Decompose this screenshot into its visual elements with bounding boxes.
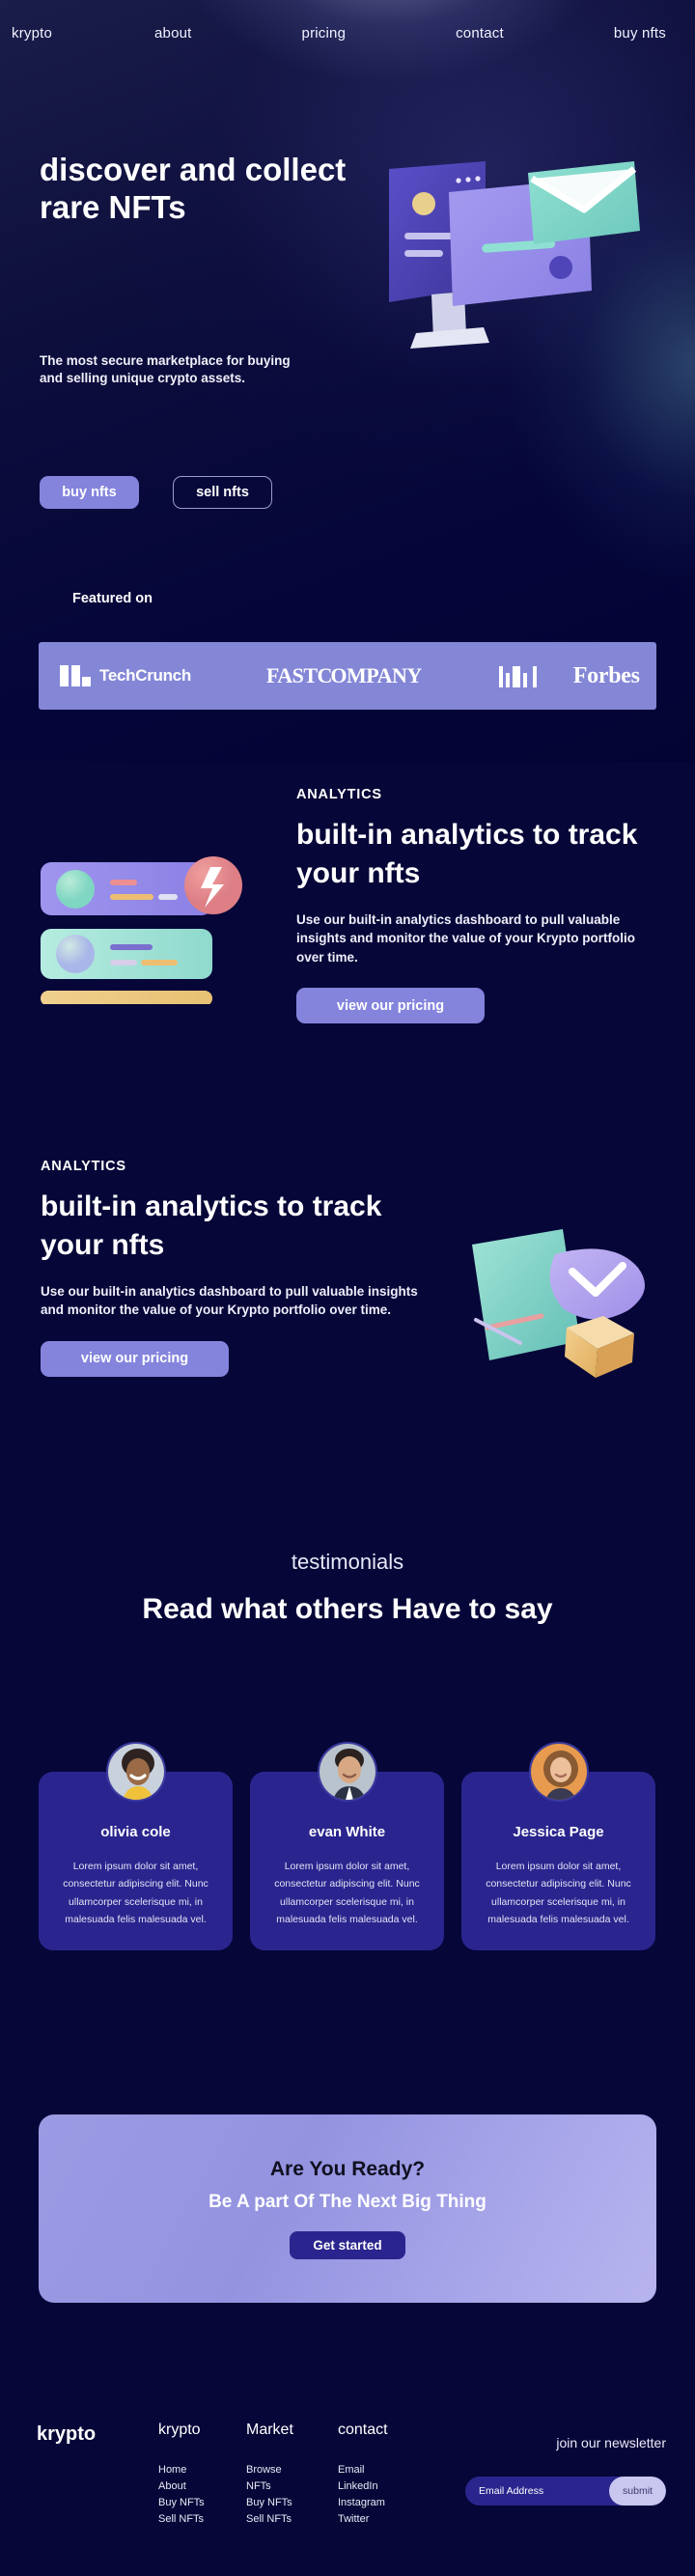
analytics-one-copy: ANALYTICS built-in analytics to track yo… xyxy=(296,787,663,1024)
footer-link-nfts[interactable]: NFTs xyxy=(246,2478,293,2495)
analytics-two-copy: ANALYTICS built-in analytics to track yo… xyxy=(41,1159,427,1377)
cta-heading: Are You Ready? xyxy=(269,2157,426,2180)
footer-column-contact: contact Email LinkedIn Instagram Twitter xyxy=(338,2422,388,2528)
avatar-evan-icon xyxy=(319,1744,375,1800)
logo-techcrunch-text: TechCrunch xyxy=(99,666,191,685)
footer-link-twitter[interactable]: Twitter xyxy=(338,2511,388,2528)
testimonial-card: Jessica Page Lorem ipsum dolor sit amet,… xyxy=(461,1742,655,1950)
testimonials-eyebrow: testimonials xyxy=(291,1550,404,1574)
footer-link-about[interactable]: About xyxy=(158,2478,205,2495)
footer-link-instagram[interactable]: Instagram xyxy=(338,2495,388,2511)
analytics-one-illustration xyxy=(39,821,256,1006)
logo-fast-company: FASTCOMPANY xyxy=(265,663,422,687)
testimonial-text: Lorem ipsum dolor sit amet, consectetur … xyxy=(63,1861,208,1926)
analytics-two-body: Use our built-in analytics dashboard to … xyxy=(41,1283,418,1318)
avatar-olivia-icon xyxy=(107,1744,164,1800)
featured-on-label: Featured on xyxy=(72,591,153,606)
nav-link-pricing[interactable]: pricing xyxy=(302,25,347,42)
footer-column-title: contact xyxy=(338,2422,388,2438)
logo-forbes: Forbes xyxy=(572,662,640,688)
footer-link-email[interactable]: Email xyxy=(338,2462,388,2478)
hero-section: krypto about pricing contact buy nfts di… xyxy=(0,0,695,763)
analytics-two-eyebrow: ANALYTICS xyxy=(41,1159,126,1174)
testimonials-section: testimonials Read what others Have to sa… xyxy=(0,1550,695,1950)
logo-mit-icon xyxy=(498,664,537,687)
testimonial-name: evan White xyxy=(308,1824,386,1840)
avatar xyxy=(105,1742,166,1802)
analytics-two-pricing-button[interactable]: view our pricing xyxy=(41,1340,229,1377)
footer-brand: krypto xyxy=(37,2423,97,2445)
newsletter-title: join our newsletter xyxy=(556,2435,666,2450)
analytics-one-eyebrow: ANALYTICS xyxy=(296,787,382,802)
hero-cta-group: buy nfts sell nfts xyxy=(40,476,272,509)
site-footer: krypto krypto Home About Buy NFTs Sell N… xyxy=(0,2346,695,2576)
footer-link-market-buy-nfts[interactable]: Buy NFTs xyxy=(246,2495,293,2511)
monitor-envelope-illustration xyxy=(389,161,640,349)
newsletter-block: join our newsletter submit xyxy=(430,2435,666,2506)
analytics-one-title: built-in analytics to track your nfts xyxy=(296,819,638,889)
testimonial-name: olivia cole xyxy=(100,1824,171,1840)
newsletter-email-input[interactable] xyxy=(465,2485,609,2497)
main-navigation: krypto about pricing contact buy nfts xyxy=(0,0,695,66)
cta-subheading: Be A part Of The Next Big Thing xyxy=(208,2191,486,2212)
analytics-section-two: ANALYTICS built-in analytics to track yo… xyxy=(0,1159,695,1506)
testimonial-text: Lorem ipsum dolor sit amet, consectetur … xyxy=(486,1861,631,1926)
avatar xyxy=(528,1742,589,1802)
phone-chat-cube-illustration xyxy=(472,1229,646,1378)
footer-column-title: Market xyxy=(246,2422,293,2438)
footer-column-title: krypto xyxy=(158,2422,201,2438)
testimonial-text: Lorem ipsum dolor sit amet, consectetur … xyxy=(274,1861,420,1926)
testimonial-card: evan White Lorem ipsum dolor sit amet, c… xyxy=(250,1742,444,1950)
hero-sell-nfts-button[interactable]: sell nfts xyxy=(173,476,272,509)
footer-column-market: Market Browse NFTs Buy NFTs Sell NFTs xyxy=(246,2422,293,2528)
nav-link-contact[interactable]: contact xyxy=(456,25,504,42)
footer-column-krypto: krypto Home About Buy NFTs Sell NFTs xyxy=(158,2422,205,2528)
cta-banner: Are You Ready? Be A part Of The Next Big… xyxy=(39,2114,656,2303)
hero-subtitle: The most secure marketplace for buying a… xyxy=(40,353,291,386)
testimonial-card: olivia cole Lorem ipsum dolor sit amet, … xyxy=(39,1742,233,1950)
footer-link-home[interactable]: Home xyxy=(158,2462,205,2478)
footer-link-sell-nfts[interactable]: Sell NFTs xyxy=(158,2511,205,2528)
footer-link-browse[interactable]: Browse xyxy=(246,2462,293,2478)
nav-link-buy-nfts[interactable]: buy nfts xyxy=(614,25,666,42)
get-started-button[interactable]: Get started xyxy=(290,2231,405,2260)
footer-link-linkedin[interactable]: LinkedIn xyxy=(338,2478,388,2495)
newsletter-form: submit xyxy=(465,2477,666,2506)
hero-buy-nfts-button[interactable]: buy nfts xyxy=(40,476,139,509)
analytics-one-pricing-button[interactable]: view our pricing xyxy=(296,988,485,1024)
avatar xyxy=(317,1742,377,1802)
nav-link-about[interactable]: about xyxy=(154,25,192,42)
avatar-jessica-icon xyxy=(530,1744,587,1800)
analytics-two-title: built-in analytics to track your nfts xyxy=(41,1190,382,1261)
analytics-section-one: ANALYTICS built-in analytics to track yo… xyxy=(0,787,695,1134)
logo-techcrunch: TechCrunch xyxy=(60,665,191,686)
analytics-two-illustration xyxy=(449,1212,671,1395)
testimonials-title-text: Read what others Have to say xyxy=(142,1593,553,1625)
nav-links: about pricing contact buy nfts xyxy=(154,25,666,42)
testimonial-card-list: olivia cole Lorem ipsum dolor sit amet, … xyxy=(39,1742,656,1950)
featured-logos-bar: TechCrunch FASTCOMPANY Forbes xyxy=(39,642,656,710)
hero-illustration xyxy=(381,159,671,391)
analytics-one-body: Use our built-in analytics dashboard to … xyxy=(296,911,635,965)
dashboard-cards-illustration xyxy=(41,856,242,1006)
landing-page: krypto about pricing contact buy nfts di… xyxy=(0,0,695,2576)
testimonials-title: Read what others Have to say xyxy=(0,1592,695,1628)
testimonial-name: Jessica Page xyxy=(513,1824,604,1840)
hero-title: discover and collect rare NFTs xyxy=(40,152,347,225)
techcrunch-mark-icon xyxy=(60,665,91,686)
nav-brand-krypto[interactable]: krypto xyxy=(12,25,52,42)
footer-link-market-sell-nfts[interactable]: Sell NFTs xyxy=(246,2511,293,2528)
newsletter-submit-button[interactable]: submit xyxy=(609,2477,666,2506)
footer-link-buy-nfts[interactable]: Buy NFTs xyxy=(158,2495,205,2511)
